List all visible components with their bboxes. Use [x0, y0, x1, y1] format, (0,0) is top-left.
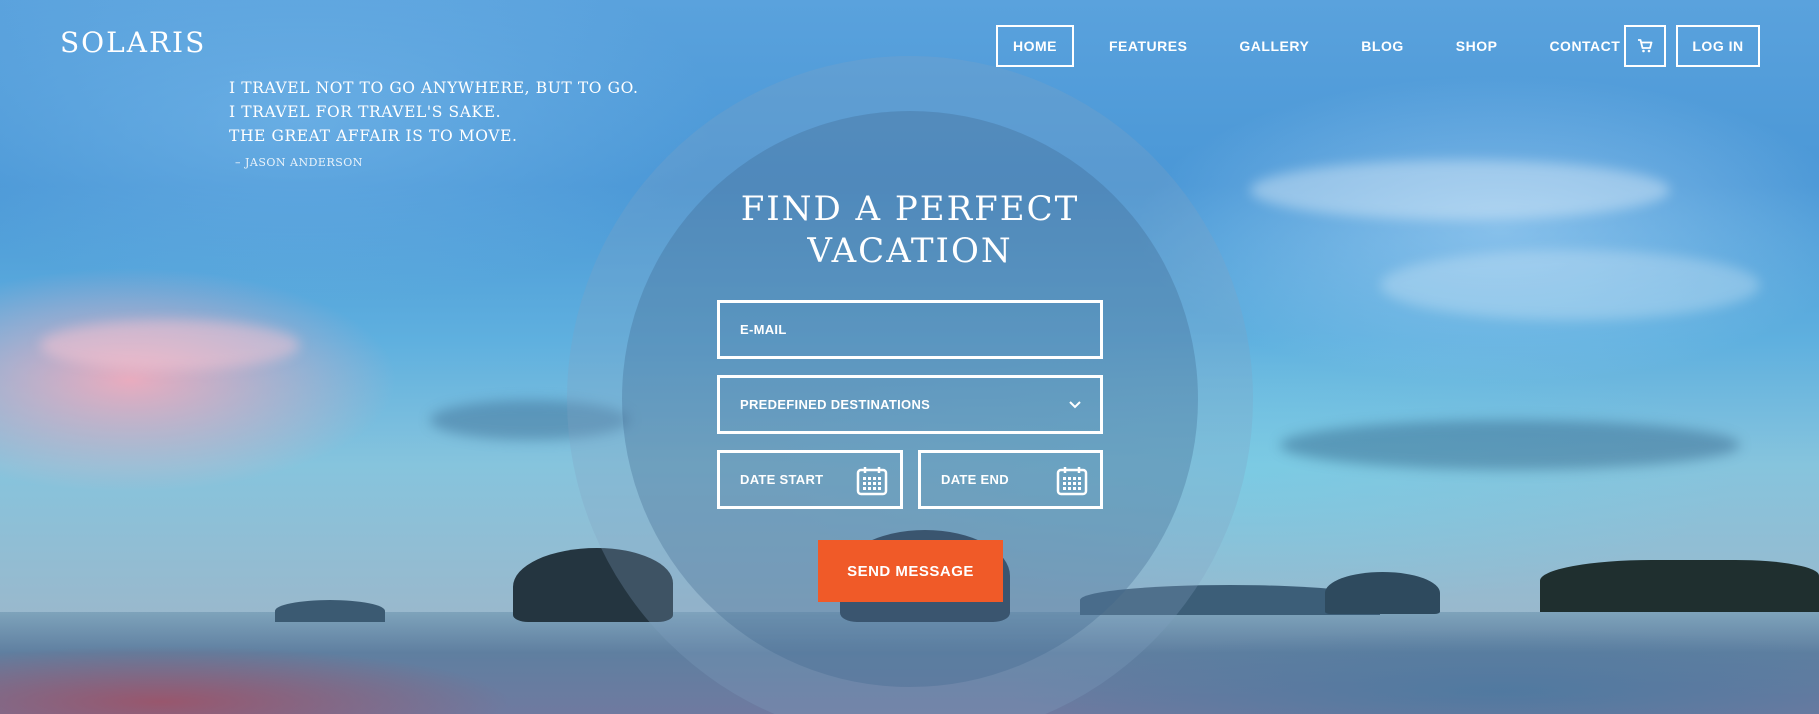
destination-select[interactable]: PREDEFINED DESTINATIONS — [717, 375, 1103, 434]
calendar-icon[interactable] — [856, 466, 888, 496]
date-end-field[interactable]: DATE END — [918, 450, 1103, 509]
island — [275, 600, 385, 622]
form-title-line: VACATION — [807, 231, 1013, 271]
email-field[interactable]: E-MAIL — [717, 300, 1103, 359]
email-placeholder: E-MAIL — [740, 322, 787, 337]
cloud — [40, 320, 300, 370]
cart-icon — [1638, 39, 1653, 53]
island — [1325, 572, 1440, 614]
login-button[interactable]: LOG IN — [1676, 25, 1760, 67]
quote-author: – JASON ANDERSON — [235, 156, 363, 169]
cloud — [1380, 250, 1760, 320]
date-end-placeholder: DATE END — [941, 472, 1009, 487]
date-start-placeholder: DATE START — [740, 472, 824, 487]
nav-item-shop[interactable]: SHOP — [1439, 25, 1515, 67]
date-start-field[interactable]: DATE START — [717, 450, 903, 509]
quote-line: THE GREAT AFFAIR IS TO MOVE. — [229, 127, 518, 145]
hero-quote: I TRAVEL NOT TO GO ANYWHERE, BUT TO GO. … — [229, 76, 639, 169]
calendar-icon[interactable] — [1056, 466, 1088, 496]
send-message-button[interactable]: SEND MESSAGE — [818, 540, 1003, 602]
main-nav: HOME FEATURES GALLERY BLOG SHOP CONTACT — [996, 25, 1655, 67]
chevron-down-icon — [1069, 401, 1081, 409]
cart-button[interactable] — [1624, 25, 1666, 67]
nav-item-blog[interactable]: BLOG — [1344, 25, 1420, 67]
cloud — [1250, 160, 1670, 220]
island — [1540, 560, 1819, 612]
quote-line: I TRAVEL NOT TO GO ANYWHERE, BUT TO GO. — [229, 79, 639, 97]
cloud — [1280, 420, 1740, 470]
form-title: FIND A PERFECT VACATION — [700, 188, 1120, 272]
nav-item-features[interactable]: FEATURES — [1092, 25, 1204, 67]
site-logo[interactable]: SOLARIS — [60, 26, 206, 59]
form-title-line: FIND A PERFECT — [740, 189, 1080, 229]
nav-item-contact[interactable]: CONTACT — [1532, 25, 1637, 67]
nav-item-gallery[interactable]: GALLERY — [1222, 25, 1326, 67]
destination-value: PREDEFINED DESTINATIONS — [740, 397, 931, 412]
nav-item-home[interactable]: HOME — [996, 25, 1074, 67]
quote-line: I TRAVEL FOR TRAVEL'S SAKE. — [229, 103, 502, 121]
